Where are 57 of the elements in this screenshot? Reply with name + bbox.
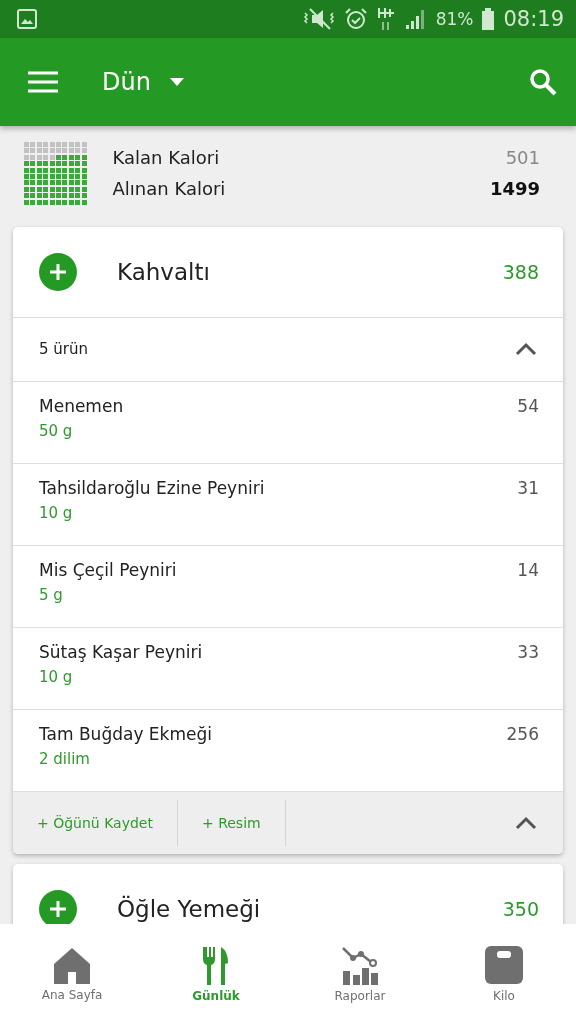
- date-dropdown[interactable]: Dün: [102, 68, 185, 96]
- search-icon[interactable]: [528, 67, 558, 97]
- mute-icon: [301, 7, 336, 31]
- chevron-icon[interactable]: [515, 815, 537, 830]
- chart-icon: [340, 945, 380, 985]
- add-button[interactable]: [39, 252, 77, 291]
- summary-value: 1499: [489, 178, 540, 200]
- clock-time: 08:19: [503, 7, 564, 31]
- food-item[interactable]: Tam Buğday Ekmeği 2 dilim 256: [13, 708, 563, 791]
- summary-label: Kalan Kalori: [112, 147, 220, 169]
- meal-calories: 388: [502, 260, 539, 283]
- food-calories: 54: [517, 394, 539, 416]
- food-amount: 10 g: [39, 667, 74, 686]
- food-amount: 5 g: [39, 585, 64, 604]
- menu-icon[interactable]: [28, 71, 58, 93]
- nav-tab[interactable]: Kilo: [444, 924, 564, 1024]
- meal-title: Kahvaltı: [117, 258, 211, 285]
- chevron-icon: [515, 342, 537, 356]
- nav-tab[interactable]: Raporlar: [300, 924, 420, 1024]
- nav-tab[interactable]: Ana Sayfa: [12, 924, 132, 1024]
- plus-icon: [50, 900, 66, 917]
- summary-label: Alınan Kalori: [112, 178, 226, 200]
- meal-title: Öğle Yemeği: [117, 895, 262, 922]
- food-calories: 14: [517, 558, 539, 580]
- food-calories: 256: [506, 722, 539, 744]
- house-icon: [52, 946, 92, 984]
- fork-knife-icon: [201, 945, 231, 985]
- food-name: Tam Buğday Ekmeği: [39, 723, 212, 744]
- food-item[interactable]: Sütaş Kaşar Peyniri 10 g 33: [13, 626, 563, 709]
- image-icon: [16, 8, 38, 30]
- food-item[interactable]: Menemen 50 g 54: [13, 380, 563, 463]
- alarm-icon: [343, 7, 368, 31]
- food-amount: 10 g: [39, 503, 74, 522]
- food-name: Mis Çeçil Peyniri: [39, 559, 177, 580]
- calorie-grid-meter: [24, 142, 87, 205]
- item-count-row[interactable]: 5 ürün: [13, 316, 563, 381]
- food-amount: 2 dilim: [39, 749, 91, 768]
- food-name: Sütaş Kaşar Peyniri: [39, 641, 203, 662]
- meal-calories: 350: [502, 897, 539, 920]
- plus-icon: [50, 263, 66, 280]
- food-name: Menemen: [39, 395, 124, 416]
- caret-icon: [168, 77, 185, 87]
- food-item[interactable]: Mis Çeçil Peyniri 5 g 14: [13, 544, 563, 627]
- food-calories: 31: [517, 476, 539, 498]
- food-calories: 33: [517, 640, 539, 662]
- nav-tab[interactable]: Günlük: [156, 924, 276, 1024]
- summary-value: 501: [505, 147, 540, 169]
- battery-percentage: 81%: [435, 9, 474, 29]
- action-button[interactable]: + Öğünü Kaydet: [13, 799, 178, 846]
- scale-icon: [484, 945, 524, 985]
- action-button[interactable]: + Resim: [177, 799, 286, 846]
- battery-icon: [481, 7, 496, 31]
- food-name: Tahsildaroğlu Ezine Peyniri: [39, 477, 265, 498]
- add-button[interactable]: [39, 889, 77, 924]
- network-icon: [375, 6, 396, 32]
- food-item[interactable]: Tahsildaroğlu Ezine Peyniri 10 g 31: [13, 462, 563, 545]
- food-amount: 50 g: [39, 421, 74, 440]
